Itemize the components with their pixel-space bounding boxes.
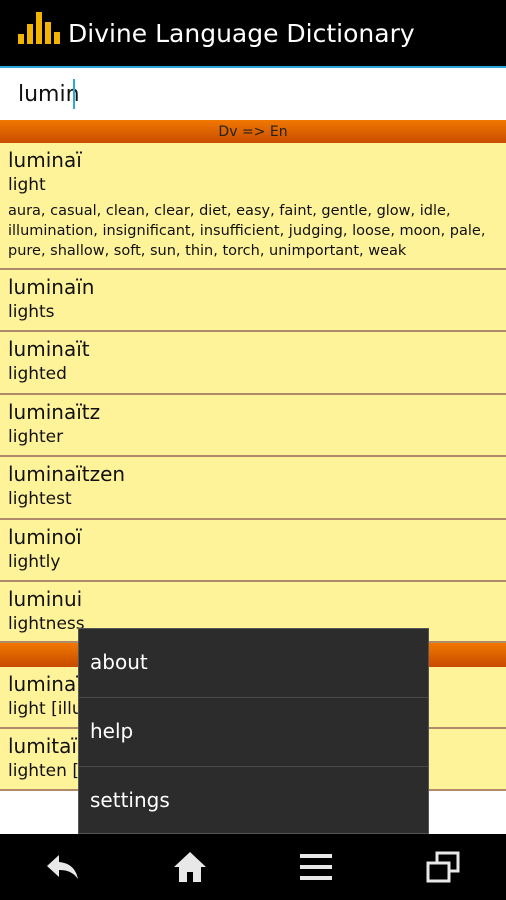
- entry-translation: lightest: [8, 489, 72, 509]
- results-list: luminaï light aura, casual, clean, clear…: [0, 143, 506, 643]
- recent-apps-button[interactable]: [413, 842, 473, 892]
- menu-icon: [300, 854, 333, 880]
- list-item[interactable]: luminaïn lights: [0, 270, 506, 332]
- entry-word: luminaï: [8, 148, 82, 172]
- entry-word: luminaïtz: [8, 400, 101, 424]
- entry-word: luminui: [8, 587, 83, 611]
- back-button[interactable]: [33, 842, 93, 892]
- entry-word: luminaït: [8, 337, 90, 361]
- entry-word: luminaïtzen: [8, 462, 126, 486]
- entry-translation: lights: [8, 302, 55, 322]
- menu-item-about[interactable]: about: [79, 629, 428, 698]
- entry-translation: lightly: [8, 552, 61, 572]
- entry-related-words: aura, casual, clean, clear, diet, easy, …: [8, 203, 486, 259]
- entry-word: luminaïn: [8, 275, 95, 299]
- menu-button[interactable]: [286, 842, 346, 892]
- section-header-dv-en: Dv => En: [0, 120, 506, 144]
- entry-translation: lighted: [8, 364, 67, 384]
- entry-translation: lighter: [8, 427, 64, 447]
- list-item[interactable]: luminaï light aura, casual, clean, clear…: [0, 143, 506, 270]
- menu-item-settings[interactable]: settings: [79, 767, 428, 836]
- entry-word: luminoï: [8, 525, 82, 549]
- list-item[interactable]: luminaïtz lighter: [0, 395, 506, 457]
- list-item[interactable]: luminaït lighted: [0, 332, 506, 395]
- options-menu: about help settings: [78, 628, 429, 834]
- home-button[interactable]: [160, 842, 220, 892]
- navigation-bar: [0, 834, 506, 900]
- search-input[interactable]: [0, 68, 506, 120]
- text-caret: [73, 79, 75, 109]
- home-icon: [173, 852, 206, 882]
- app-header: Divine Language Dictionary: [0, 0, 506, 66]
- list-item[interactable]: luminaïtzen lightest: [0, 457, 506, 520]
- menu-item-help[interactable]: help: [79, 698, 428, 767]
- bars-logo-icon: [18, 12, 60, 44]
- back-icon: [47, 855, 79, 879]
- app-title: Divine Language Dictionary: [68, 19, 415, 48]
- recent-apps-icon: [426, 851, 460, 883]
- list-item[interactable]: luminoï lightly: [0, 520, 506, 582]
- entry-translation: light: [8, 175, 46, 195]
